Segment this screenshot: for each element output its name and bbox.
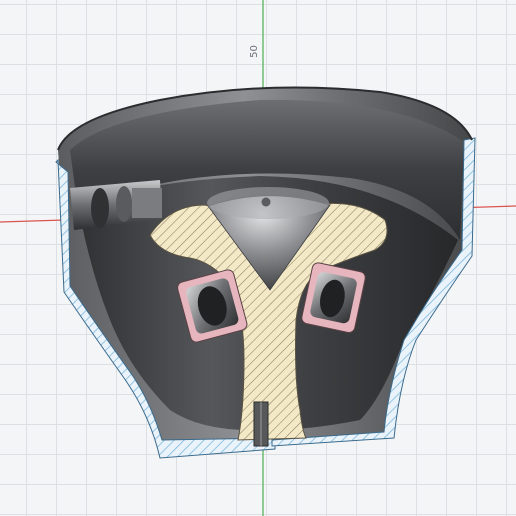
bottom-pin (253, 401, 269, 447)
axis-ruler-label: 50 (248, 45, 260, 58)
model-canvas (0, 0, 516, 516)
cad-viewport[interactable]: 50 (0, 0, 516, 516)
